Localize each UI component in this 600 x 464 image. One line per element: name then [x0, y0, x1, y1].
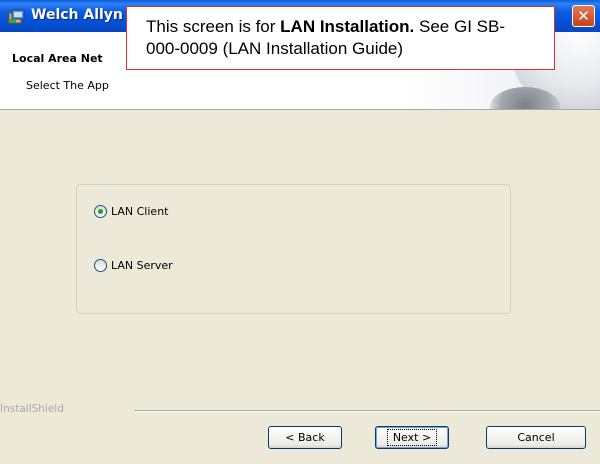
next-button-label: Next > — [386, 429, 438, 446]
lan-client-label[interactable]: LAN Client — [111, 205, 168, 218]
installshield-brand: InstallShield — [0, 403, 64, 415]
window-title: Welch Allyn — [31, 7, 123, 23]
annotation-callout: This screen is for LAN Installation. See… — [126, 6, 555, 70]
close-icon: ✕ — [577, 7, 590, 25]
option-lan-client[interactable]: LAN Client — [94, 203, 168, 219]
callout-prefix: This screen is for — [146, 17, 281, 36]
close-button[interactable]: ✕ — [572, 5, 595, 27]
next-button[interactable]: Next > — [375, 426, 449, 449]
installer-icon — [8, 9, 25, 24]
lan-server-radio[interactable] — [94, 258, 107, 272]
option-lan-server[interactable]: LAN Server — [94, 257, 173, 273]
page-title: Local Area Net — [12, 52, 103, 65]
footer-divider — [134, 410, 600, 412]
lan-server-label[interactable]: LAN Server — [111, 259, 173, 272]
lan-client-radio[interactable] — [94, 204, 107, 218]
cancel-button[interactable]: Cancel — [486, 426, 586, 449]
back-button[interactable]: < Back — [268, 426, 342, 449]
page-subtitle: Select The App — [26, 79, 109, 92]
callout-bold: LAN Installation. — [280, 17, 415, 36]
installer-window: Welch Allyn ✕ Local Area Net Select The … — [0, 0, 600, 464]
